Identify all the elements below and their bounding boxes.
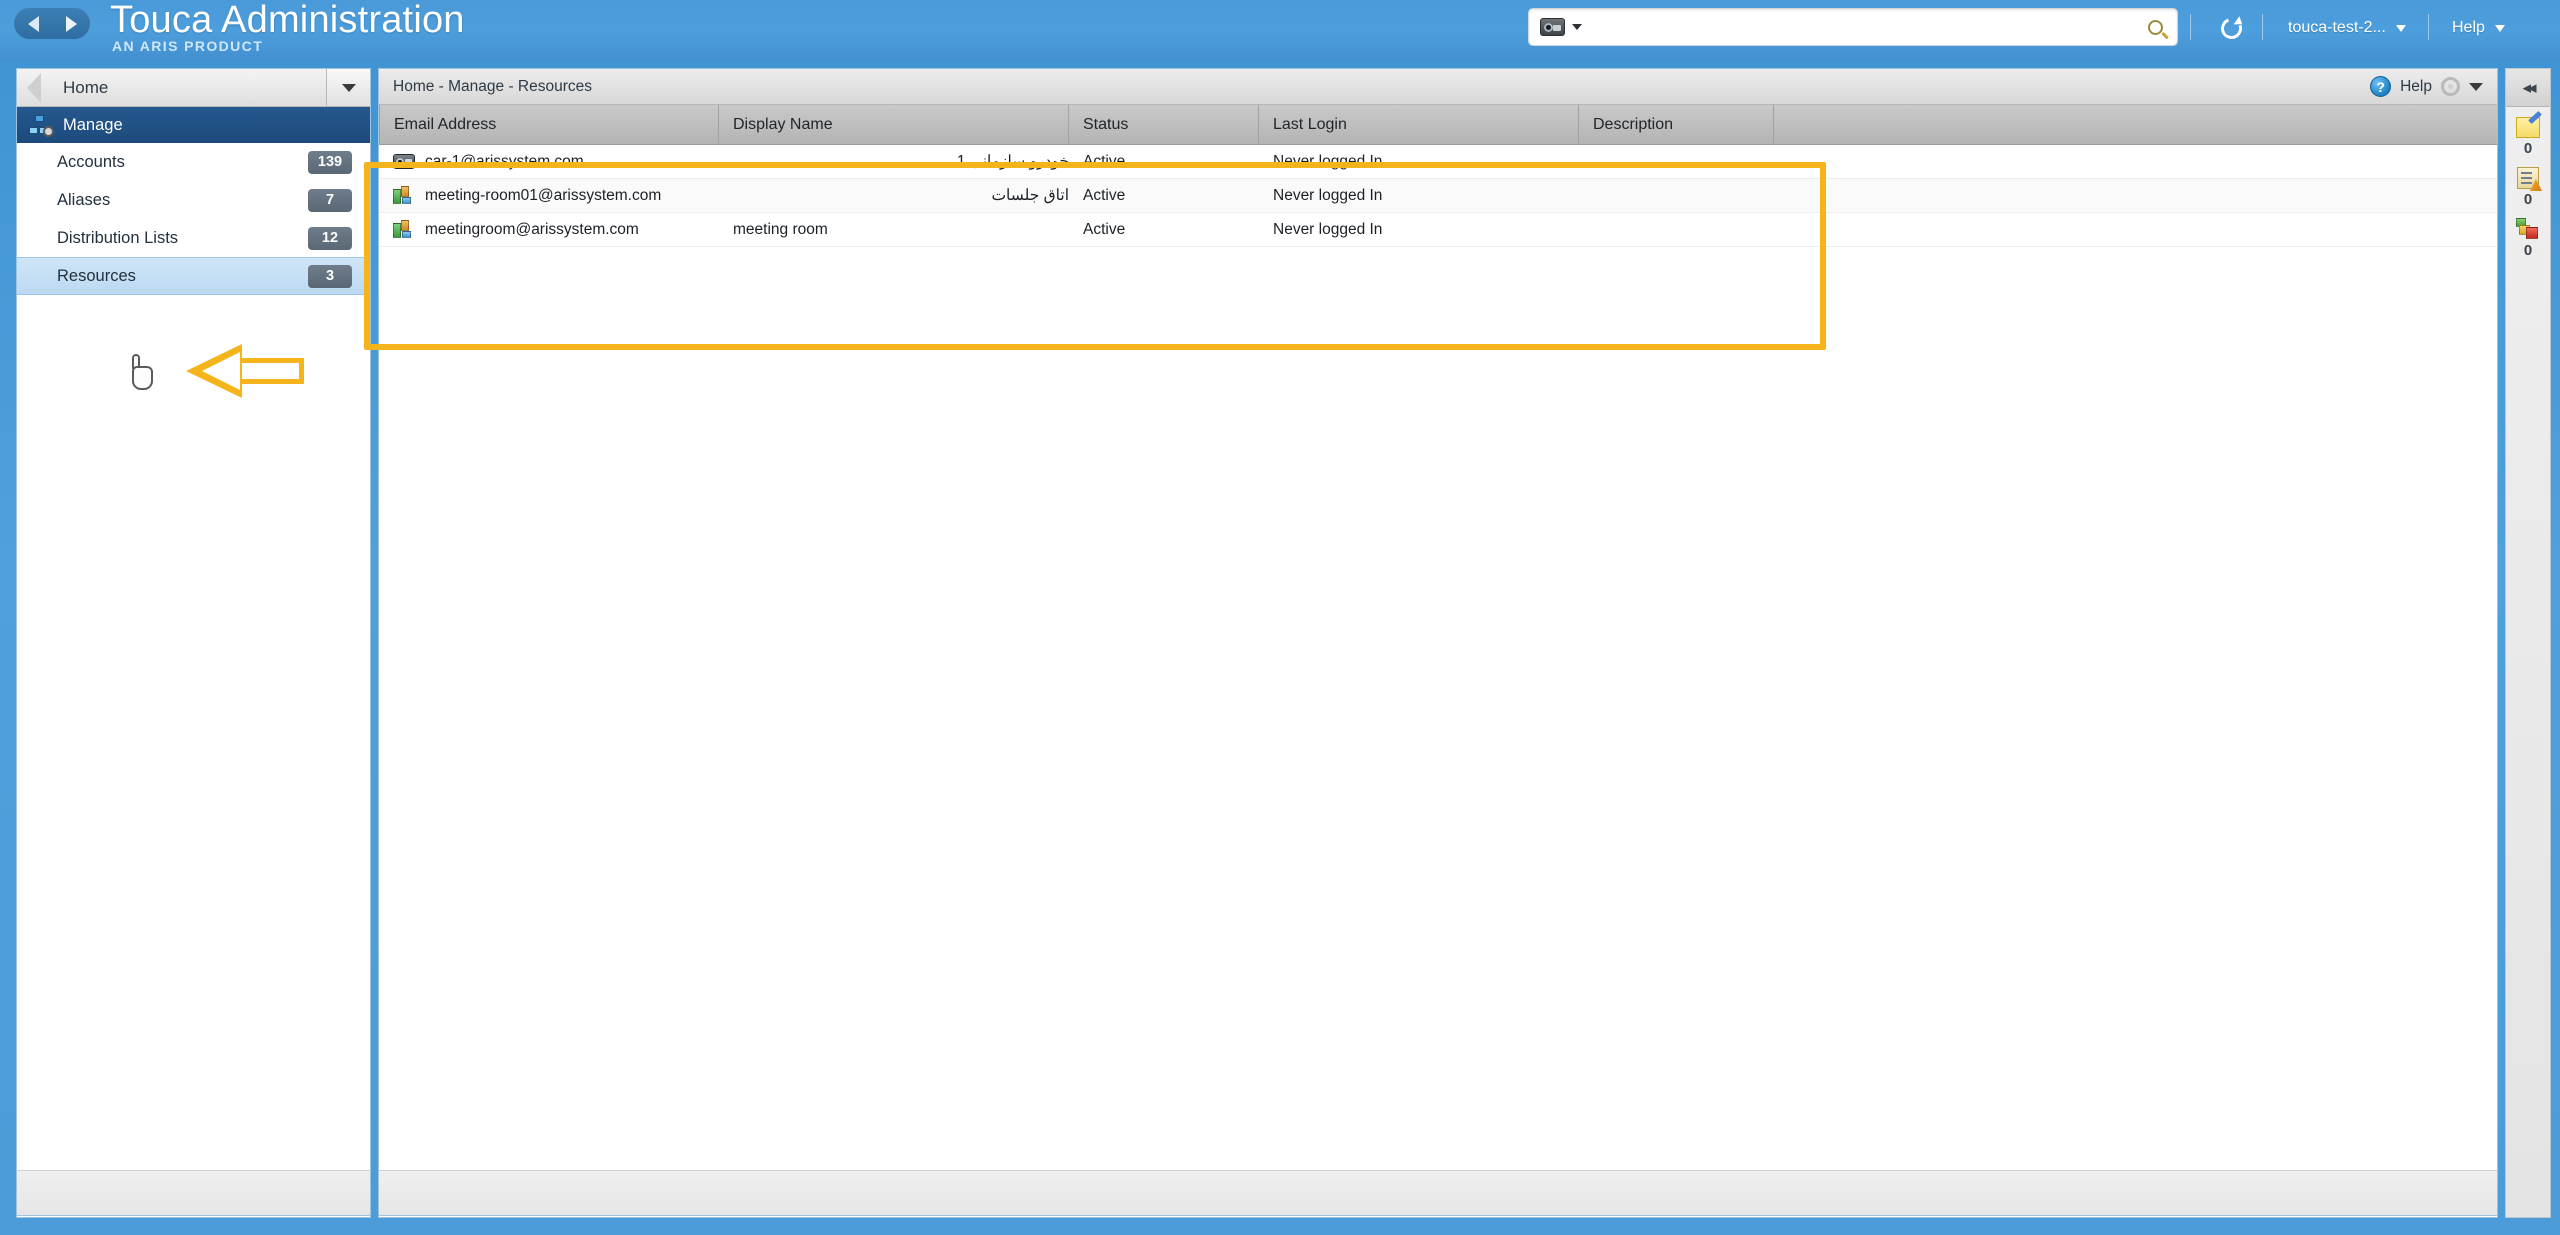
user-menu[interactable]: touca-test-2... xyxy=(2288,13,2406,43)
sidebar-item-label: Resources xyxy=(57,266,136,285)
chevron-down-icon[interactable] xyxy=(1572,24,1582,30)
gear-icon[interactable] xyxy=(2441,77,2460,96)
sidebar-item-count: 139 xyxy=(308,150,352,174)
clipboard-task-icon xyxy=(2517,167,2539,189)
resources-table: Email Address Display Name Status Last L… xyxy=(379,105,2497,247)
home-selector[interactable]: Home xyxy=(17,69,370,107)
app-title: Touca Administration xyxy=(110,0,465,41)
search-input[interactable] xyxy=(1591,10,2133,44)
content-footer xyxy=(378,1170,2498,1216)
chevron-left-icon xyxy=(27,73,41,103)
toolbar-divider-2 xyxy=(2262,14,2263,40)
table-row[interactable]: meeting-room01@arissystem.com اتاق جلسات… xyxy=(379,179,2497,213)
rail-item-notes[interactable]: 0 xyxy=(2506,107,2550,157)
column-header-last-login[interactable]: Last Login xyxy=(1259,105,1579,144)
cell-last-login: Never logged In xyxy=(1273,220,1383,238)
cell-last-login: Never logged In xyxy=(1273,186,1383,204)
chevron-down-icon[interactable] xyxy=(2395,24,2406,32)
sidebar-item-label: Aliases xyxy=(57,190,111,209)
user-menu-label: touca-test-2... xyxy=(2288,19,2386,36)
column-header-status[interactable]: Status xyxy=(1069,105,1259,144)
cell-display-name: meeting room xyxy=(733,220,828,238)
top-bar: Touca Administration AN ARIS PRODUCT tou… xyxy=(0,0,2560,62)
rail-item-tasks[interactable]: 0 xyxy=(2506,157,2550,208)
sidebar-item-aliases[interactable]: Aliases 7 xyxy=(17,181,370,219)
help-menu-label: Help xyxy=(2452,19,2485,36)
sidebar: Home Manage Accounts 139 Aliases 7 Distr… xyxy=(16,68,371,1218)
car-resource-icon xyxy=(393,154,415,169)
toolbar-divider-1 xyxy=(2190,14,2191,40)
cell-email-address: meetingroom@arissystem.com xyxy=(379,220,719,239)
column-header-display-name[interactable]: Display Name xyxy=(719,105,1069,144)
sidebar-item-count: 12 xyxy=(308,226,352,250)
resource-icon xyxy=(1540,18,1565,36)
nav-back-icon[interactable] xyxy=(27,15,39,32)
note-pen-icon xyxy=(2516,117,2540,138)
search-button[interactable] xyxy=(2133,9,2177,45)
home-dropdown-button[interactable] xyxy=(326,69,370,106)
sidebar-item-label: Accounts xyxy=(57,152,125,171)
cell-status: Active xyxy=(1083,186,1126,204)
brand: Touca Administration AN ARIS PRODUCT xyxy=(110,0,465,54)
application-window: Touca Administration AN ARIS PRODUCT tou… xyxy=(0,0,2560,1235)
cell-last-login: Never logged In xyxy=(1273,152,1383,170)
refresh-button[interactable] xyxy=(2214,12,2248,44)
sidebar-item-count: 3 xyxy=(308,264,352,288)
cell-email-address: car-1@arissystem.com xyxy=(379,153,719,171)
manage-users-gear-icon xyxy=(29,115,54,137)
content-header: Home - Manage - Resources ? Help xyxy=(379,69,2497,105)
home-label: Home xyxy=(63,77,109,97)
column-header-description[interactable]: Description xyxy=(1579,105,1774,144)
sidebar-item-resources[interactable]: Resources 3 xyxy=(17,257,370,295)
column-header-email-address[interactable]: Email Address xyxy=(379,105,719,144)
sidebar-item-distribution-lists[interactable]: Distribution Lists 12 xyxy=(17,219,370,257)
toolbar-divider-3 xyxy=(2428,14,2429,40)
breadcrumb: Home - Manage - Resources xyxy=(393,77,592,95)
email-text: meetingroom@arissystem.com xyxy=(425,220,639,238)
sidebar-group-manage[interactable]: Manage xyxy=(17,107,370,143)
collapse-left-icon[interactable]: ◂◂ xyxy=(2506,69,2550,107)
chevron-down-icon xyxy=(341,83,356,92)
sidebar-item-label: Distribution Lists xyxy=(57,228,179,247)
rail-item-count: 0 xyxy=(2523,140,2533,157)
content-panel: Home - Manage - Resources ? Help Email A… xyxy=(378,68,2498,1218)
status-blocks-icon xyxy=(2516,218,2540,240)
room-resource-icon xyxy=(393,220,415,239)
magnifier-icon xyxy=(2144,16,2166,38)
cell-status: Active xyxy=(1083,220,1126,238)
refresh-icon xyxy=(2217,14,2245,42)
sidebar-group-label: Manage xyxy=(63,115,123,134)
chevron-down-icon[interactable] xyxy=(2469,82,2483,91)
global-search[interactable] xyxy=(1528,8,2178,46)
rail-item-count: 0 xyxy=(2523,242,2533,259)
cell-display-name: خودرو سازمانی 1 xyxy=(956,153,1069,170)
chevron-down-icon[interactable] xyxy=(2494,24,2505,32)
rail-item-status[interactable]: 0 xyxy=(2506,208,2550,259)
email-text: car-1@arissystem.com xyxy=(425,152,584,170)
search-scope-selector[interactable] xyxy=(1529,18,1591,36)
cell-status: Active xyxy=(1083,152,1126,170)
history-navigation[interactable] xyxy=(14,8,90,39)
cell-display-name: اتاق جلسات xyxy=(991,187,1069,204)
nav-forward-icon[interactable] xyxy=(65,15,77,32)
main-frame: Home Manage Accounts 139 Aliases 7 Distr… xyxy=(8,62,2552,1227)
email-text: meeting-room01@arissystem.com xyxy=(425,186,662,204)
sidebar-item-count: 7 xyxy=(308,188,352,212)
rail-item-count: 0 xyxy=(2523,191,2533,208)
sidebar-footer xyxy=(16,1170,371,1216)
content-help-menu[interactable]: ? Help xyxy=(2370,76,2489,97)
question-circle-icon: ? xyxy=(2370,76,2392,97)
help-menu[interactable]: Help xyxy=(2452,13,2505,43)
footer-bars xyxy=(16,1170,2498,1216)
room-resource-icon xyxy=(393,186,415,205)
content-help-label: Help xyxy=(2400,77,2432,95)
table-row[interactable]: car-1@arissystem.com خودرو سازمانی 1 Act… xyxy=(379,145,2497,179)
cell-email-address: meeting-room01@arissystem.com xyxy=(379,186,719,205)
table-row[interactable]: meetingroom@arissystem.com meeting room … xyxy=(379,213,2497,247)
right-rail: ◂◂ 0 0 0 xyxy=(2505,68,2551,1218)
table-header-row: Email Address Display Name Status Last L… xyxy=(379,105,2497,145)
sidebar-item-accounts[interactable]: Accounts 139 xyxy=(17,143,370,181)
